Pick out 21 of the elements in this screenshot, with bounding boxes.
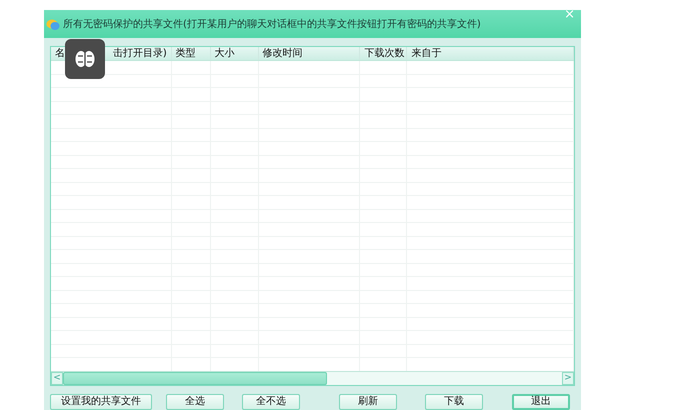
column-header[interactable]: 大小 [210, 47, 259, 60]
header-text: 击打开目录) [112, 48, 167, 58]
action-button[interactable]: 全不选 [242, 394, 300, 410]
window-title: 所有无密码保护的共享文件(打开某用户的聊天对话框中的共享文件按钮打开有密码的共享文件) [63, 18, 481, 32]
header-text: 下载次数 [364, 48, 404, 58]
column-header[interactable]: 修改时间 [258, 47, 360, 60]
header-text: 大小 [214, 48, 235, 58]
header-text: 来自于 [411, 48, 442, 58]
action-button[interactable]: 刷新 [339, 394, 397, 410]
header-text: 类型 [176, 48, 196, 58]
chat-bubbles-icon [46, 18, 60, 30]
column-header[interactable]: 下载次数 [360, 47, 408, 60]
scrollbar-thumb[interactable] [63, 372, 327, 385]
column-header[interactable]: 类型 [172, 47, 211, 60]
header-text: 修改时间 [262, 48, 303, 58]
column-header[interactable]: 来自于 [407, 47, 574, 60]
action-button[interactable]: 全选 [166, 394, 224, 410]
header-text: 名 [55, 48, 65, 58]
action-button[interactable]: 设置我的共享文件 [50, 394, 152, 410]
action-button[interactable]: 退出 [512, 394, 570, 410]
action-button[interactable]: 下载 [425, 394, 483, 410]
